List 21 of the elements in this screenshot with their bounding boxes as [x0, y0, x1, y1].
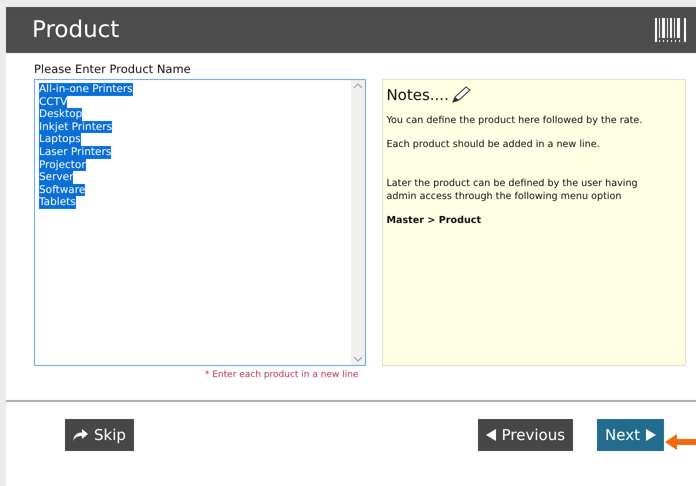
- pencil-icon: [450, 86, 471, 104]
- notes-paragraph: Master > Product: [386, 214, 482, 227]
- page-title: Product: [32, 17, 120, 43]
- left-triangle-icon: [486, 429, 496, 441]
- barcode-icon: [655, 18, 686, 42]
- previous-button[interactable]: Previous: [478, 419, 574, 451]
- right-triangle-icon: [646, 429, 656, 441]
- field-label: Please Enter Product Name: [34, 62, 192, 76]
- notes-paragraph: You can define the product here followed by the rate.: [386, 114, 644, 127]
- pointer-arrow-icon: [665, 432, 696, 452]
- up-caret-icon: [354, 83, 362, 88]
- next-button[interactable]: Next: [597, 419, 664, 451]
- down-caret-icon: [354, 357, 362, 362]
- notes-paragraph: Each product should be added in a new line.: [386, 138, 601, 151]
- hint-text: * Enter each product in a new line: [204, 370, 358, 380]
- notes-title: Notes....: [386, 86, 449, 104]
- product-text-area[interactable]: All-in-one Printers CCTV Desktop Inkjet Printers Laptops Laser Printers Projector Server Software Tablets: [34, 79, 366, 366]
- skip-button[interactable]: Skip: [65, 419, 134, 451]
- notes-paragraph: Later the product can be defined by the user having admin access through the following menu option: [386, 177, 639, 203]
- scrollbar[interactable]: [351, 80, 366, 365]
- forward-arrow-icon: [73, 429, 88, 441]
